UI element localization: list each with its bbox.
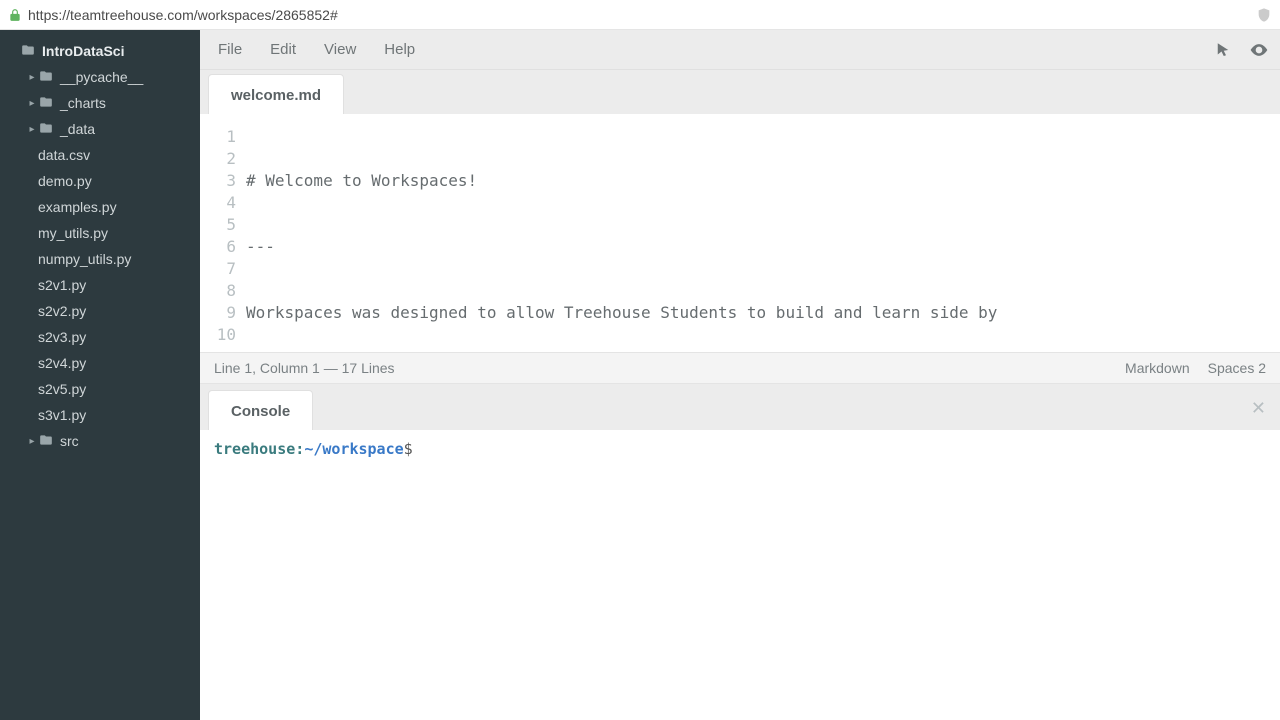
lock-icon: [8, 8, 22, 22]
prompt-path: ~/workspace: [304, 440, 403, 458]
file-label: examples.py: [38, 199, 117, 215]
folder-label: __pycache__: [60, 69, 143, 85]
file-label: s2v5.py: [38, 381, 86, 397]
prompt-symbol: $: [404, 440, 413, 458]
folder-label: _data: [60, 121, 95, 137]
folder-item[interactable]: ▸ _data: [0, 116, 200, 142]
indent-setting[interactable]: Spaces 2: [1208, 360, 1266, 376]
file-item[interactable]: examples.py: [0, 194, 200, 220]
menu-help[interactable]: Help: [370, 35, 429, 64]
chevron-right-icon: ▸: [26, 124, 38, 135]
folder-icon: [20, 43, 36, 60]
menu-file[interactable]: File: [204, 35, 256, 64]
console-tab[interactable]: Console: [208, 390, 313, 430]
syntax-mode[interactable]: Markdown: [1125, 360, 1190, 376]
folder-icon: [38, 121, 54, 138]
page-url[interactable]: https://teamtreehouse.com/workspaces/286…: [28, 7, 338, 23]
editor-panel: File Edit View Help welcome.md 1 2 3 4 5: [200, 30, 1280, 720]
shield-icon[interactable]: [1256, 7, 1272, 23]
preview-icon[interactable]: [1248, 39, 1270, 61]
folder-icon: [38, 69, 54, 86]
workspace-main: IntroDataSci ▸ __pycache__ ▸ _charts ▸ _…: [0, 30, 1280, 720]
file-item[interactable]: s2v5.py: [0, 376, 200, 402]
console-terminal[interactable]: treehouse:~/workspace$: [200, 430, 1280, 720]
file-item[interactable]: s2v1.py: [0, 272, 200, 298]
file-label: s2v2.py: [38, 303, 86, 319]
cursor-icon[interactable]: [1212, 39, 1234, 61]
file-item[interactable]: numpy_utils.py: [0, 246, 200, 272]
file-label: s2v1.py: [38, 277, 86, 293]
file-item[interactable]: s2v4.py: [0, 350, 200, 376]
menu-edit[interactable]: Edit: [256, 35, 310, 64]
file-label: s2v3.py: [38, 329, 86, 345]
line-gutter: 1 2 3 4 5 6 7 8 9 10: [200, 114, 246, 352]
prompt-host: treehouse:: [214, 440, 304, 458]
folder-item[interactable]: ▸ _charts: [0, 90, 200, 116]
close-icon[interactable]: ✕: [1251, 398, 1266, 419]
code-editor[interactable]: 1 2 3 4 5 6 7 8 9 10 # Welcome to Worksp…: [200, 114, 1280, 352]
file-label: demo.py: [38, 173, 92, 189]
code-content[interactable]: # Welcome to Workspaces! --- Workspaces …: [246, 114, 1280, 352]
file-item[interactable]: data.csv: [0, 142, 200, 168]
folder-label: _charts: [60, 95, 106, 111]
file-item[interactable]: demo.py: [0, 168, 200, 194]
file-label: numpy_utils.py: [38, 251, 131, 267]
editor-tabbar: welcome.md: [200, 70, 1280, 114]
folder-item[interactable]: ▸ __pycache__: [0, 64, 200, 90]
file-item[interactable]: s3v1.py: [0, 402, 200, 428]
editor-statusbar: Line 1, Column 1 — 17 Lines Markdown Spa…: [200, 352, 1280, 384]
menubar: File Edit View Help: [200, 30, 1280, 70]
folder-icon: [38, 433, 54, 450]
file-tree-sidebar: IntroDataSci ▸ __pycache__ ▸ _charts ▸ _…: [0, 30, 200, 720]
cursor-position: Line 1, Column 1 — 17 Lines: [214, 360, 395, 376]
project-name: IntroDataSci: [42, 43, 124, 59]
address-bar: https://teamtreehouse.com/workspaces/286…: [0, 0, 1280, 30]
file-item[interactable]: s2v2.py: [0, 298, 200, 324]
chevron-right-icon: ▸: [26, 72, 38, 83]
file-item[interactable]: s2v3.py: [0, 324, 200, 350]
console-tabbar: Console ✕: [200, 384, 1280, 430]
file-label: s2v4.py: [38, 355, 86, 371]
file-label: my_utils.py: [38, 225, 108, 241]
file-item[interactable]: my_utils.py: [0, 220, 200, 246]
folder-item[interactable]: ▸ src: [0, 428, 200, 454]
chevron-right-icon: ▸: [26, 98, 38, 109]
file-label: data.csv: [38, 147, 90, 163]
chevron-right-icon: ▸: [26, 436, 38, 447]
editor-tab-active[interactable]: welcome.md: [208, 74, 344, 114]
folder-icon: [38, 95, 54, 112]
menu-view[interactable]: View: [310, 35, 370, 64]
folder-label: src: [60, 433, 79, 449]
file-label: s3v1.py: [38, 407, 86, 423]
project-root[interactable]: IntroDataSci: [0, 38, 200, 64]
